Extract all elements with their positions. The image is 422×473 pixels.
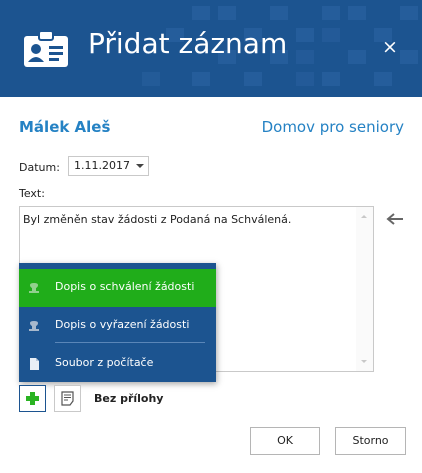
date-picker[interactable]: 1.11.2017 xyxy=(68,156,149,176)
facility-link[interactable]: Domov pro seniory xyxy=(262,118,404,136)
document-stamp-icon xyxy=(29,321,39,331)
text-label: Text: xyxy=(19,187,45,200)
person-name: Málek Aleš xyxy=(19,118,111,136)
scroll-up-icon[interactable] xyxy=(361,215,367,218)
id-card-icon xyxy=(24,30,68,67)
chevron-down-icon[interactable] xyxy=(136,164,144,168)
date-value: 1.11.2017 xyxy=(74,159,130,172)
dialog-header: Přidat záznam × xyxy=(0,0,422,97)
document-stamp-icon xyxy=(29,283,39,293)
menu-divider xyxy=(55,342,205,343)
note-icon xyxy=(61,391,74,406)
plus-icon xyxy=(26,392,39,405)
attachment-status: Bez přílohy xyxy=(94,392,164,405)
scroll-down-icon[interactable] xyxy=(361,360,367,363)
menu-item-label: Dopis o schválení žádosti xyxy=(55,280,195,293)
menu-item-label: Dopis o vyřazení žádosti xyxy=(55,318,190,331)
menu-item-approval-letter[interactable]: Dopis o schválení žádosti xyxy=(19,269,216,307)
menu-item-local-file[interactable]: Soubor z počítače xyxy=(19,345,216,383)
close-button[interactable]: × xyxy=(380,37,400,57)
date-label: Datum: xyxy=(19,161,60,174)
menu-item-rejection-letter[interactable]: Dopis o vyřazení žádosti xyxy=(19,307,216,345)
ok-button[interactable]: OK xyxy=(250,427,320,455)
attachment-menu: Dopis o schválení žádosti Dopis o vyřaze… xyxy=(19,263,216,382)
add-note-button[interactable] xyxy=(54,385,81,412)
text-area-scrollbar[interactable] xyxy=(356,207,373,371)
dialog-title: Přidat záznam xyxy=(88,27,288,60)
file-icon xyxy=(30,358,39,370)
add-attachment-button[interactable] xyxy=(19,385,46,412)
arrow-left-icon[interactable] xyxy=(385,211,405,227)
menu-item-label: Soubor z počítače xyxy=(55,356,154,369)
cancel-button[interactable]: Storno xyxy=(335,427,406,455)
text-area-content: Byl změněn stav žádosti z Podaná na Schv… xyxy=(23,213,292,226)
